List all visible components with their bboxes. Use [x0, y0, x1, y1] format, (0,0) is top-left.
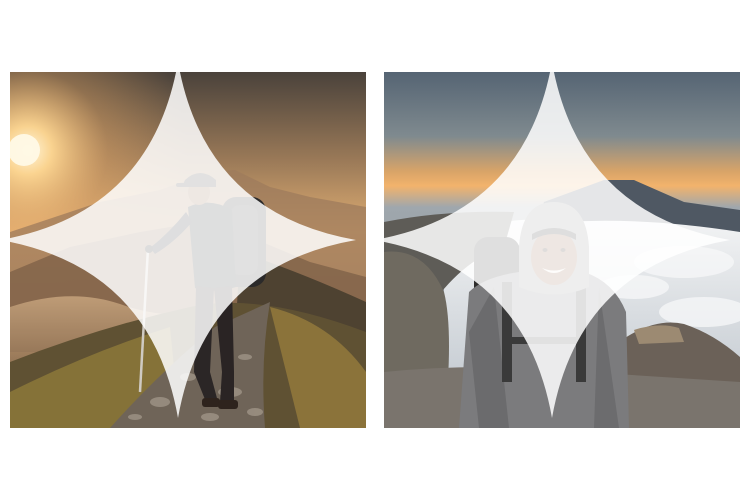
sparkle-icon: [384, 72, 730, 418]
sparkle-icon: [10, 72, 356, 418]
hiker-sunrise-photo: [10, 72, 366, 428]
smiling-hiker-photo: [384, 72, 740, 428]
